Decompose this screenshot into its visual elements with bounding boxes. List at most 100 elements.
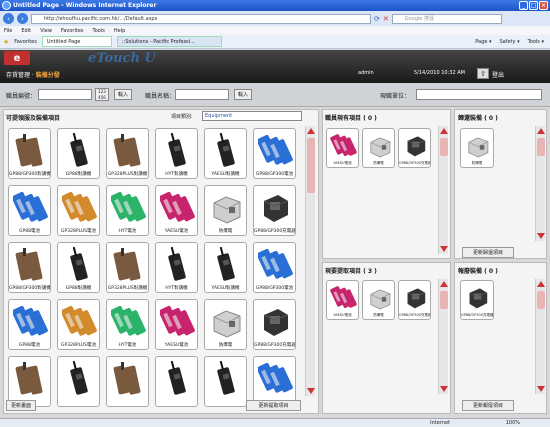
- item-card[interactable]: GP88/GP300充電器: [460, 280, 494, 320]
- pickup-scrollbar[interactable]: [438, 279, 448, 394]
- scroll-thumb[interactable]: [537, 138, 545, 156]
- tab-untitled-page[interactable]: Untitled Page: [41, 36, 112, 47]
- refresh-icon[interactable]: ⟳: [374, 15, 380, 23]
- item-card[interactable]: [57, 356, 100, 407]
- item-card[interactable]: GP88/GP300充電器: [253, 299, 296, 350]
- item-card[interactable]: [155, 356, 198, 407]
- scroll-down-icon[interactable]: [307, 388, 315, 394]
- scroll-thumb[interactable]: [537, 291, 545, 309]
- scroll-down-icon[interactable]: [537, 233, 545, 239]
- catalog-title: 可提領服及裝備項目: [6, 115, 61, 122]
- item-card[interactable]: GP88/GP300充電器: [253, 185, 296, 236]
- address-bar-row: ‹ › http://ehoufhu.pacific.com.hk/.../De…: [0, 11, 550, 26]
- charger-icon: [469, 288, 488, 309]
- item-card[interactable]: GP328PLUS電池: [57, 185, 100, 236]
- item-card[interactable]: HYT電池: [106, 185, 149, 236]
- staff-name-enter-button[interactable]: 輸入: [234, 89, 252, 100]
- item-card[interactable]: GP88/GP300電池: [253, 128, 296, 179]
- item-card[interactable]: YAESU電池: [155, 185, 198, 236]
- item-card[interactable]: GP88/GP300對講機: [8, 242, 51, 293]
- item-card[interactable]: 防爆電: [204, 185, 247, 236]
- item-card[interactable]: 防爆電: [204, 299, 247, 350]
- back-icon[interactable]: ‹: [3, 13, 14, 24]
- item-card[interactable]: YAESU電池: [326, 280, 359, 320]
- address-input[interactable]: http://ehoufhu.pacific.com.hk/.../Defaul…: [31, 13, 371, 24]
- ie-icon: [2, 1, 11, 10]
- dept-select[interactable]: [416, 89, 542, 100]
- item-card[interactable]: HYT電池: [106, 299, 149, 350]
- item-card[interactable]: GP88/GP300充電器: [398, 128, 431, 168]
- menu-file[interactable]: File: [4, 28, 12, 34]
- safety-menu[interactable]: Safety ▾: [499, 39, 519, 45]
- menu-help[interactable]: Help: [114, 28, 125, 34]
- scroll-up-icon[interactable]: [537, 281, 545, 287]
- item-card[interactable]: [106, 356, 149, 407]
- item-card[interactable]: 防爆電: [460, 128, 494, 168]
- scroll-up-icon[interactable]: [440, 128, 448, 134]
- logout-link[interactable]: 登出: [492, 70, 504, 79]
- battery-icon: [330, 286, 357, 309]
- scroll-down-icon[interactable]: [440, 246, 448, 252]
- menu-edit[interactable]: Edit: [21, 28, 31, 34]
- item-card[interactable]: GP88電池: [8, 299, 51, 350]
- staff-id-enter-button[interactable]: 輸入: [114, 89, 132, 100]
- item-card[interactable]: GP88對講機: [57, 128, 100, 179]
- scroll-thumb[interactable]: [440, 138, 448, 156]
- scroll-up-icon[interactable]: [440, 281, 448, 287]
- item-label: YAESU電池: [333, 161, 352, 165]
- item-card[interactable]: GP88對講機: [57, 242, 100, 293]
- item-card[interactable]: 防爆電: [362, 128, 395, 168]
- logout-icon[interactable]: ⇧: [477, 68, 489, 79]
- damaged-scrollbar[interactable]: [535, 279, 545, 394]
- scroll-thumb[interactable]: [307, 138, 315, 193]
- item-card[interactable]: HYT對講機: [155, 128, 198, 179]
- status-zoom[interactable]: 100%: [506, 420, 520, 426]
- menu-view[interactable]: View: [40, 28, 52, 34]
- item-card[interactable]: GP88/GP300電池: [253, 242, 296, 293]
- update-pickup-button[interactable]: 更新提取項目: [246, 400, 301, 411]
- item-card[interactable]: YAESU電池: [326, 128, 359, 168]
- menu-tools[interactable]: Tools: [93, 28, 105, 34]
- keypad-icon[interactable]: 123 456: [95, 88, 109, 101]
- update-return-button[interactable]: 更新歸還項目: [462, 247, 514, 258]
- page-menu[interactable]: Page ▾: [475, 39, 491, 45]
- item-card[interactable]: GP328PLUS對講機: [106, 128, 149, 179]
- maximize-button[interactable]: □: [529, 1, 538, 10]
- item-card[interactable]: [204, 356, 247, 407]
- menu-bar: File Edit View Favorites Tools Help: [0, 26, 550, 35]
- scroll-down-icon[interactable]: [537, 386, 545, 392]
- star-icon[interactable]: ★: [3, 38, 9, 46]
- item-card[interactable]: 防爆電: [362, 280, 395, 320]
- tab-solutions[interactable]: ::Solutions - Pacific Professi...: [116, 36, 222, 47]
- item-card[interactable]: HYT對講機: [155, 242, 198, 293]
- staff-name-input[interactable]: [175, 89, 229, 100]
- favorites-button[interactable]: Favorites: [14, 39, 37, 45]
- item-card[interactable]: GP328PLUS電池: [57, 299, 100, 350]
- scroll-up-icon[interactable]: [307, 128, 315, 134]
- minimize-button[interactable]: _: [519, 1, 528, 10]
- scroll-thumb[interactable]: [440, 291, 448, 309]
- item-card[interactable]: YAESU對講機: [204, 242, 247, 293]
- returned-scrollbar[interactable]: [535, 126, 545, 241]
- search-input[interactable]: Google 搜尋: [391, 13, 502, 24]
- item-card[interactable]: GP88/GP300充電器: [398, 280, 431, 320]
- item-card[interactable]: YAESU電池: [155, 299, 198, 350]
- tools-menu[interactable]: Tools ▾: [528, 39, 544, 45]
- stop-icon[interactable]: ✕: [383, 15, 389, 23]
- item-card[interactable]: GP328PLUS對講機: [106, 242, 149, 293]
- battery-icon: [62, 305, 97, 336]
- scroll-up-icon[interactable]: [537, 128, 545, 134]
- staff-id-input[interactable]: [38, 89, 92, 100]
- item-card[interactable]: GP88電池: [8, 185, 51, 236]
- forward-icon[interactable]: ›: [17, 13, 28, 24]
- category-select[interactable]: Equipment: [202, 111, 302, 121]
- item-card[interactable]: YAESU對講機: [204, 128, 247, 179]
- close-button[interactable]: ×: [539, 1, 548, 10]
- catalog-scrollbar[interactable]: [305, 126, 315, 396]
- item-card[interactable]: GP88/GP300對講機: [8, 128, 51, 179]
- update-damaged-button[interactable]: 更新報廢項目: [462, 400, 514, 411]
- refresh-screen-button[interactable]: 更新畫面: [6, 400, 36, 411]
- scroll-down-icon[interactable]: [440, 386, 448, 392]
- menu-favorites[interactable]: Favorites: [61, 28, 84, 34]
- owned-scrollbar[interactable]: [438, 126, 448, 254]
